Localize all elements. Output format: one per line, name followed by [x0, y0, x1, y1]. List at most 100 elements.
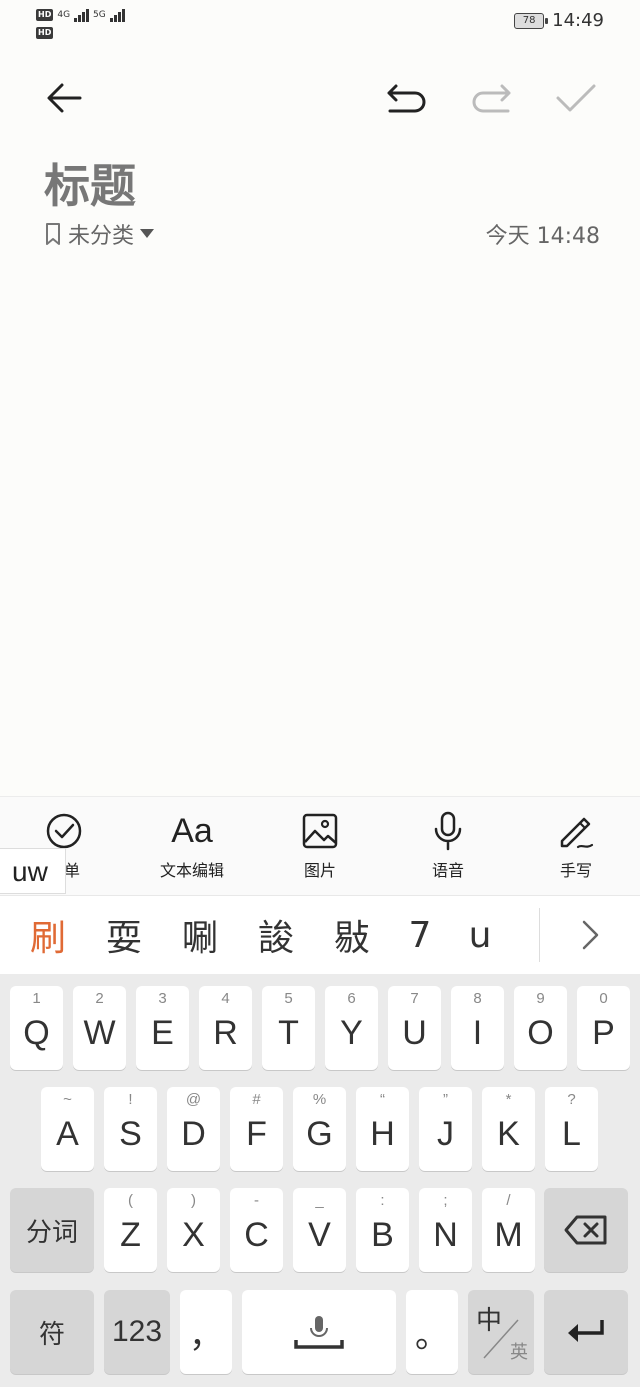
battery-level: 78 — [522, 14, 536, 26]
key-m[interactable]: / M — [482, 1188, 535, 1272]
tool-voice[interactable]: 语音 — [384, 797, 512, 895]
comma-label: ， — [189, 1316, 223, 1355]
key-i[interactable]: 8I — [451, 986, 504, 1070]
key-d[interactable]: @ D — [167, 1087, 220, 1171]
language-switch-key[interactable]: 中 英 — [468, 1290, 534, 1374]
key-a[interactable]: ~ A — [41, 1087, 94, 1171]
key-h[interactable]: “H — [356, 1087, 409, 1171]
period-key[interactable]: 。 — [406, 1290, 458, 1374]
tool-image[interactable]: 图片 — [256, 797, 384, 895]
key-hint: # — [252, 1091, 261, 1108]
key-letter: G — [306, 1114, 333, 1153]
key-o[interactable]: 9O — [514, 986, 567, 1070]
key-letter: R — [213, 1013, 238, 1052]
battery-icon: 78 — [514, 12, 549, 29]
key-l[interactable]: ? L — [545, 1087, 598, 1171]
category-selector[interactable]: 未分类 — [44, 218, 155, 250]
tool-label: 手写 — [559, 861, 592, 880]
key-r[interactable]: 4R — [199, 986, 252, 1070]
number-label: 123 — [111, 1315, 163, 1348]
key-letter: K — [497, 1114, 520, 1153]
candidate-item[interactable]: 刷 — [10, 909, 86, 961]
key-hint: ( — [128, 1192, 133, 1209]
key-letter: E — [151, 1013, 174, 1052]
back-button[interactable] — [38, 72, 90, 124]
ime-candidate-bar: 刷 耍 唰 誜 敡 7 u — [0, 896, 640, 974]
candidate-item[interactable]: 唰 — [162, 909, 238, 961]
key-letter: Y — [340, 1013, 363, 1052]
key-w[interactable]: 2W — [73, 986, 126, 1070]
key-hint: : — [380, 1192, 385, 1209]
key-letter: I — [472, 1013, 483, 1052]
key-f[interactable]: # F — [230, 1087, 283, 1171]
candidate-item[interactable]: u — [450, 915, 510, 956]
key-hint: ; — [443, 1192, 448, 1209]
key-letter: B — [371, 1215, 394, 1254]
save-button[interactable] — [550, 72, 602, 124]
key-letter: S — [119, 1114, 142, 1153]
enter-key[interactable] — [544, 1290, 628, 1374]
text-format-icon: Aa — [171, 811, 213, 850]
expand-candidates-button[interactable] — [539, 908, 640, 962]
checklist-icon — [46, 813, 82, 849]
candidate-item[interactable]: 敡 — [314, 909, 390, 961]
key-s[interactable]: ! S — [104, 1087, 157, 1171]
key-q[interactable]: 1Q — [10, 986, 63, 1070]
space-key[interactable] — [242, 1290, 396, 1374]
key-hint: % — [312, 1091, 327, 1108]
key-c[interactable]: -C — [230, 1188, 283, 1272]
key-hint: 8 — [473, 990, 482, 1007]
key-u[interactable]: 7U — [388, 986, 441, 1070]
edit-tools-bar: 清单 Aa 文本编辑 图片 语音 手写 — [0, 796, 640, 896]
key-v[interactable]: _ V — [293, 1188, 346, 1272]
microphone-icon — [434, 811, 462, 851]
tool-handwriting[interactable]: 手写 — [512, 797, 640, 895]
note-title-input[interactable]: 标题 — [44, 150, 136, 216]
tool-text-format[interactable]: Aa 文本编辑 — [128, 797, 256, 895]
ime-composing-text: uw — [0, 848, 66, 894]
key-letter: O — [527, 1013, 554, 1052]
segment-key[interactable]: 分词 — [10, 1188, 94, 1272]
key-b[interactable]: :B — [356, 1188, 409, 1272]
enter-icon — [568, 1320, 604, 1342]
key-k[interactable]: * K — [482, 1087, 535, 1171]
key-y[interactable]: 6Y — [325, 986, 378, 1070]
candidate-item[interactable]: 耍 — [86, 909, 162, 961]
key-g[interactable]: % G — [293, 1087, 346, 1171]
key-z[interactable]: (Z — [104, 1188, 157, 1272]
key-letter: H — [370, 1114, 395, 1153]
backspace-key[interactable] — [544, 1188, 628, 1272]
key-letter: W — [83, 1013, 116, 1052]
key-t[interactable]: 5T — [262, 986, 315, 1070]
period-label: 。 — [415, 1316, 449, 1355]
key-hint: 1 — [32, 990, 41, 1007]
redo-button[interactable] — [466, 72, 518, 124]
status-bar: HD 4G 5G HD 78 14:49 — [0, 0, 640, 48]
key-hint: 4 — [221, 990, 230, 1007]
number-key[interactable]: 123 — [104, 1290, 170, 1374]
key-j[interactable]: ” J — [419, 1087, 472, 1171]
key-letter: L — [562, 1114, 581, 1153]
key-hint: * — [505, 1091, 512, 1108]
key-letter: Q — [23, 1013, 50, 1052]
key-x[interactable]: ) X — [167, 1188, 220, 1272]
symbol-key[interactable]: 符 — [10, 1290, 94, 1374]
key-letter: P — [592, 1013, 615, 1052]
candidate-item[interactable]: 誜 — [238, 909, 314, 961]
key-letter: V — [308, 1215, 331, 1254]
note-body-editor[interactable] — [0, 260, 640, 790]
key-p[interactable]: 0P — [577, 986, 630, 1070]
redo-icon — [472, 84, 511, 113]
candidate-item[interactable]: 7 — [390, 915, 450, 956]
key-letter: M — [494, 1215, 523, 1254]
key-n[interactable]: ; N — [419, 1188, 472, 1272]
key-hint: 2 — [95, 990, 104, 1007]
editor-toolbar — [0, 64, 640, 136]
checkmark-icon — [556, 84, 596, 112]
key-hint: 6 — [347, 990, 356, 1007]
comma-key[interactable]: ， — [180, 1290, 232, 1374]
undo-button[interactable] — [380, 72, 432, 124]
key-hint: 9 — [536, 990, 545, 1007]
key-e[interactable]: 3E — [136, 986, 189, 1070]
undo-icon — [387, 84, 426, 113]
